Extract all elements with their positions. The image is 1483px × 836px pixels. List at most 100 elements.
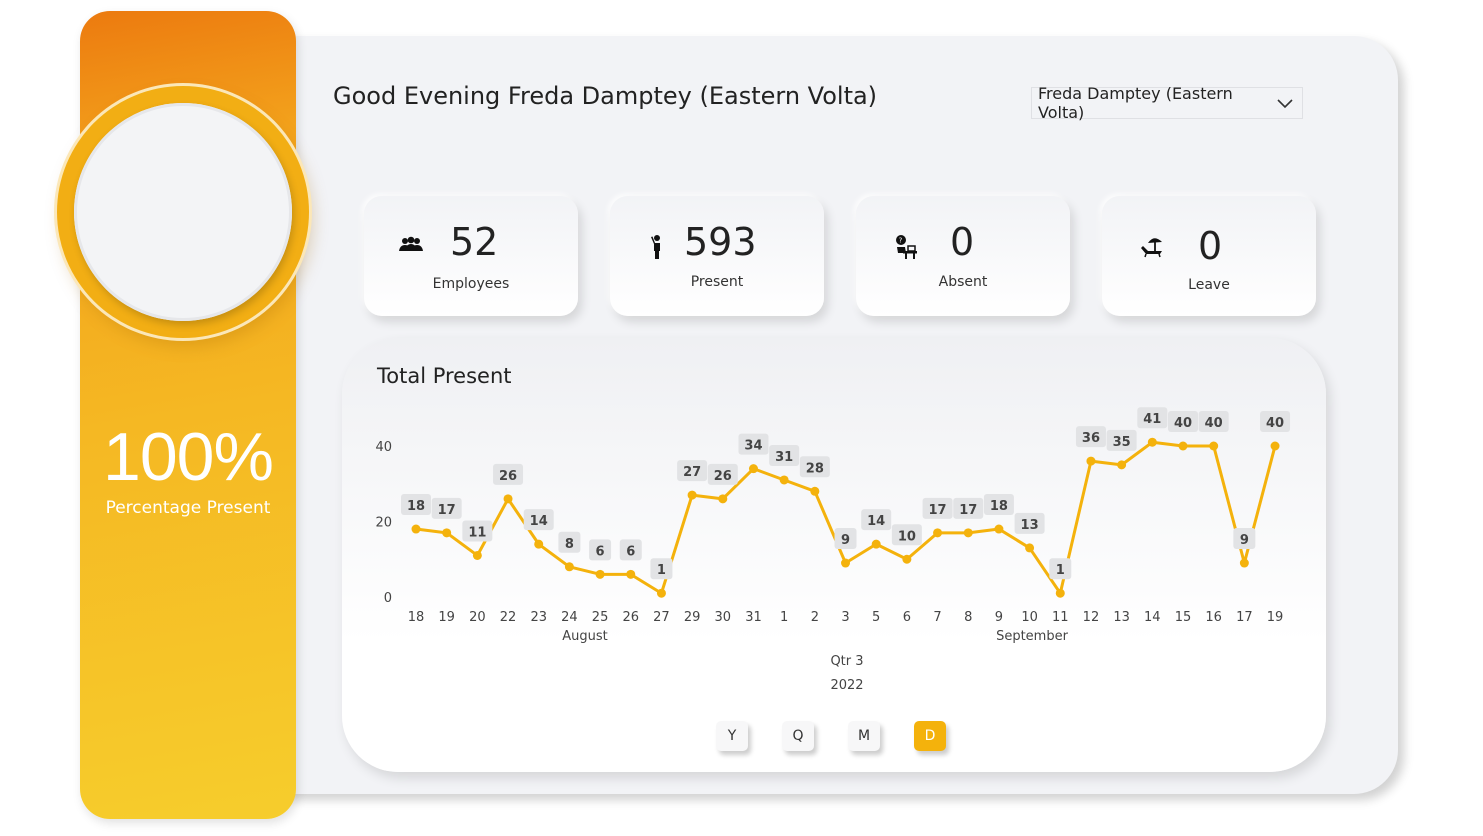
data-label: 35 xyxy=(1113,435,1131,450)
kpi-present-value: 593 xyxy=(684,220,757,264)
data-label: 18 xyxy=(990,499,1008,514)
x-tick-label: 3 xyxy=(841,610,849,625)
x-tick-label: 8 xyxy=(964,610,972,625)
team-icon xyxy=(398,236,426,262)
data-label: 40 xyxy=(1205,416,1223,431)
x-tick-label: 6 xyxy=(903,610,911,625)
beach-umbrella-icon xyxy=(1140,234,1168,260)
data-label: 31 xyxy=(775,450,793,465)
data-label: 9 xyxy=(1240,533,1249,548)
kpi-absent-card: ? 0 Absent xyxy=(856,196,1070,316)
data-label: 40 xyxy=(1174,416,1192,431)
percentage-present-value: 100% xyxy=(103,419,274,495)
data-label: 14 xyxy=(867,514,885,529)
x-tick-label: 23 xyxy=(530,610,547,625)
x-tick-label: 25 xyxy=(592,610,609,625)
month-label-august: August xyxy=(562,629,608,644)
data-point xyxy=(810,486,820,496)
chevron-down-icon[interactable] xyxy=(1268,93,1302,113)
data-label: 18 xyxy=(407,499,425,514)
x-tick-label: 29 xyxy=(684,610,701,625)
data-label: 34 xyxy=(744,439,762,454)
data-label: 17 xyxy=(438,503,456,518)
x-tick-label: 13 xyxy=(1113,610,1130,625)
x-tick-label: 27 xyxy=(653,610,670,625)
data-point xyxy=(933,528,943,538)
avatar xyxy=(74,103,292,321)
data-point xyxy=(1086,456,1096,466)
data-point xyxy=(626,569,636,579)
data-point xyxy=(656,588,666,598)
data-point xyxy=(1147,437,1157,447)
data-point xyxy=(1209,441,1219,451)
x-tick-label: 19 xyxy=(1267,610,1284,625)
x-tick-label: 11 xyxy=(1052,610,1069,625)
x-tick-label: 15 xyxy=(1175,610,1192,625)
quarter-label: Qtr 3 xyxy=(830,654,863,669)
x-tick-label: 22 xyxy=(500,610,517,625)
data-label: 10 xyxy=(898,529,916,544)
person-standing-icon xyxy=(650,234,678,260)
data-label: 17 xyxy=(959,503,977,518)
x-tick-label: 7 xyxy=(933,610,941,625)
data-label: 27 xyxy=(683,465,701,480)
data-point xyxy=(1270,441,1280,451)
data-label: 26 xyxy=(714,469,732,484)
data-point xyxy=(503,494,513,504)
drill-year-button[interactable]: Y xyxy=(716,721,748,751)
absent-desk-icon: ? xyxy=(894,234,922,260)
data-point xyxy=(687,490,697,500)
percentage-present-label: Percentage Present xyxy=(105,498,271,518)
greeting-title: Good Evening Freda Damptey (Eastern Volt… xyxy=(333,82,878,110)
data-label: 13 xyxy=(1021,518,1039,533)
data-point xyxy=(411,524,421,534)
kpi-present-card: 593 Present xyxy=(610,196,824,316)
data-label: 40 xyxy=(1266,416,1284,431)
data-point xyxy=(871,539,881,549)
x-tick-label: 19 xyxy=(438,610,455,625)
data-label: 1 xyxy=(1056,563,1065,578)
kpi-leave-card: 0 Leave xyxy=(1102,196,1316,316)
kpi-absent-label: Absent xyxy=(938,274,988,290)
data-point xyxy=(779,475,789,485)
data-point xyxy=(472,550,482,560)
data-point xyxy=(1239,558,1249,568)
x-tick-label: 20 xyxy=(469,610,486,625)
data-point xyxy=(1055,588,1065,598)
kpi-present-label: Present xyxy=(690,274,744,290)
data-point xyxy=(994,524,1004,534)
x-tick-label: 24 xyxy=(561,610,578,625)
kpi-leave-label: Leave xyxy=(1188,277,1230,293)
drill-quarter-button[interactable]: Q xyxy=(782,721,814,751)
dropdown-selected-value: Freda Damptey (Eastern Volta) xyxy=(1038,84,1233,122)
x-tick-label: 16 xyxy=(1205,610,1222,625)
x-tick-label: 2 xyxy=(811,610,819,625)
data-label: 8 xyxy=(565,537,574,552)
data-label: 41 xyxy=(1143,412,1161,427)
drill-month-button[interactable]: M xyxy=(848,721,880,751)
kpi-employees-value: 52 xyxy=(450,220,499,264)
data-point xyxy=(1117,460,1127,470)
data-label: 6 xyxy=(626,544,635,559)
data-point xyxy=(1025,543,1035,553)
drill-day-button[interactable]: D xyxy=(914,721,946,751)
data-label: 17 xyxy=(929,503,947,518)
x-tick-label: 14 xyxy=(1144,610,1161,625)
data-label: 6 xyxy=(596,544,605,559)
data-label: 11 xyxy=(468,525,486,540)
employee-dropdown[interactable]: Freda Damptey (Eastern Volta) xyxy=(1031,84,1303,122)
data-label: 9 xyxy=(841,533,850,548)
data-point xyxy=(902,554,912,564)
data-point xyxy=(564,562,574,572)
data-point xyxy=(841,558,851,568)
x-tick-label: 10 xyxy=(1021,610,1038,625)
data-label: 1 xyxy=(657,563,666,578)
x-tick-label: 17 xyxy=(1236,610,1253,625)
data-point xyxy=(963,528,973,538)
data-label: 26 xyxy=(499,469,517,484)
data-label: 36 xyxy=(1082,431,1100,446)
x-tick-label: 12 xyxy=(1083,610,1100,625)
svg-text:?: ? xyxy=(899,237,903,245)
data-point xyxy=(1178,441,1188,451)
y-tick-label: 0 xyxy=(384,591,392,606)
